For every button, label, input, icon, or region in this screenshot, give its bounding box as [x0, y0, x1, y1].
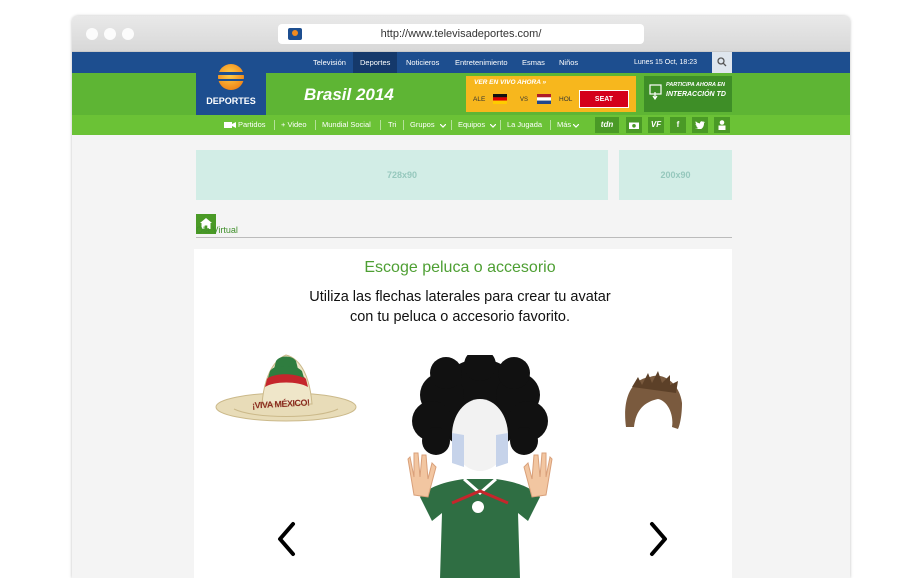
ad-side-200x90[interactable]: 200x90	[619, 150, 732, 200]
td-line2: INTERACCIÓN TD	[666, 91, 726, 98]
favicon-icon	[288, 28, 302, 40]
url-text: http://www.televisadeportes.com/	[380, 28, 542, 40]
event-title: Brasil 2014	[304, 85, 394, 104]
window-close-dot[interactable]	[86, 28, 98, 40]
chevron-down-icon	[440, 124, 446, 128]
touch-screen-icon	[649, 84, 662, 100]
section-divider	[196, 237, 732, 238]
tdn-icon[interactable]: tdn	[595, 117, 619, 133]
header-banner	[72, 73, 850, 115]
topnav-item-noticieros[interactable]: Noticieros	[399, 52, 446, 73]
separator	[550, 120, 551, 130]
browser-window: http://www.televisadeportes.com/ Televis…	[72, 16, 850, 578]
td-line1: PARTICIPA AHORA EN	[666, 82, 725, 88]
subnav-item-video[interactable]: + Video	[281, 115, 307, 135]
user-icon[interactable]	[714, 117, 730, 133]
facebook-icon[interactable]: f	[670, 117, 686, 133]
subnav-item-grupos[interactable]: Grupos	[410, 115, 435, 135]
instructions-line2: con tu peluca o accesorio favorito.	[349, 309, 571, 325]
team2-code: HOL	[559, 96, 573, 103]
chevron-down-icon	[490, 124, 496, 128]
seat-sponsor-logo: SEAT	[579, 90, 629, 108]
avatar-builder: Escoge peluca o accesorio Utiliza las fl…	[194, 249, 732, 578]
ad-banner-728x90[interactable]: 728x90	[196, 150, 608, 200]
avatar-preview	[407, 355, 553, 578]
separator	[380, 120, 381, 130]
topnav-item-esmas[interactable]: Esmas	[515, 52, 552, 73]
video-camera-icon	[224, 122, 236, 128]
separator	[451, 120, 452, 130]
section-navigation: Partidos + Video Mundial Social Tri Grup…	[72, 115, 850, 234]
builder-instructions: Utiliza las flechas laterales para crear…	[280, 287, 640, 327]
team1-code: ALE	[473, 96, 486, 103]
top-navigation: Televisión Deportes Noticieros Entreteni…	[72, 52, 850, 73]
browser-toolbar: http://www.televisadeportes.com/	[72, 16, 850, 52]
sombrero-accessory-option[interactable]	[214, 349, 359, 431]
address-bar[interactable]: http://www.televisadeportes.com/	[278, 24, 644, 44]
live-label: VER EN VIVO AHORA »	[474, 79, 547, 86]
search-button[interactable]	[712, 52, 732, 73]
previous-arrow-button[interactable]	[276, 521, 296, 557]
search-icon	[717, 57, 727, 67]
twitter-icon[interactable]	[692, 117, 708, 133]
next-arrow-button[interactable]	[649, 521, 669, 557]
netherlands-flag-icon	[537, 94, 551, 104]
separator	[500, 120, 501, 130]
logo-text: DEPORTES	[206, 96, 256, 106]
window-maximize-dot[interactable]	[122, 28, 134, 40]
separator	[315, 120, 316, 130]
subnav-item-equipos[interactable]: Equipos	[458, 115, 485, 135]
chevron-down-icon	[573, 124, 579, 128]
versus-label: VS	[520, 97, 529, 103]
vf-icon[interactable]: VF	[648, 117, 664, 133]
section-title: Ola Virtual	[196, 225, 238, 235]
live-match-widget[interactable]: VER EN VIVO AHORA » ALE VS HOL SEAT	[466, 76, 636, 112]
subnav-item-partidos[interactable]: Partidos	[238, 115, 266, 135]
window-minimize-dot[interactable]	[104, 28, 116, 40]
separator	[274, 120, 275, 130]
subnav-item-la-jugada[interactable]: La Jugada	[507, 115, 542, 135]
subnav-item-tri[interactable]: Tri	[388, 115, 396, 135]
instructions-line1: Utiliza las flechas laterales para crear…	[309, 289, 611, 305]
topnav-item-deportes[interactable]: Deportes	[353, 52, 398, 73]
topnav-item-ninos[interactable]: Niños	[552, 52, 585, 73]
deportes-logo[interactable]: DEPORTES	[196, 52, 266, 115]
logo-sun-icon	[216, 64, 246, 90]
separator	[403, 120, 404, 130]
subnav-item-mundial-social[interactable]: Mundial Social	[322, 115, 371, 135]
builder-title: Escoge peluca o accesorio	[364, 259, 556, 276]
subnav-item-mas[interactable]: Más	[557, 115, 571, 135]
camera-icon[interactable]	[626, 117, 642, 133]
topnav-item-entretenimiento[interactable]: Entretenimiento	[448, 52, 515, 73]
interaccion-td-widget[interactable]: PARTICIPA AHORA EN INTERACCIÓN TD	[644, 76, 732, 112]
topnav-item-television[interactable]: Televisión	[306, 52, 353, 73]
short-hair-accessory-option[interactable]	[620, 367, 688, 439]
germany-flag-icon	[493, 94, 507, 104]
date-time: Lunes 15 Oct, 18:23	[634, 59, 698, 66]
